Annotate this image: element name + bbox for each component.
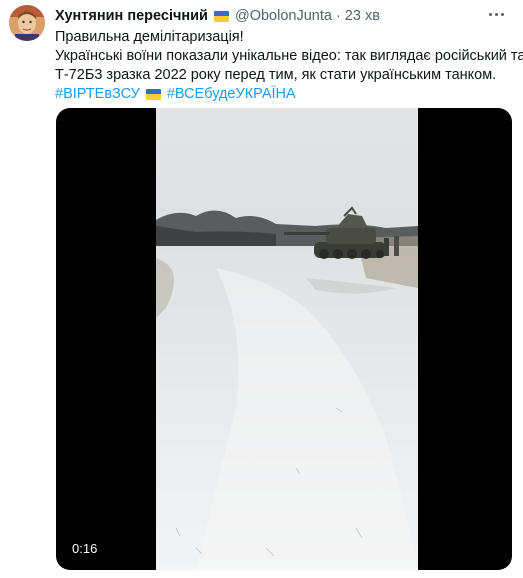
hashtag-link[interactable]: #ВІРТЕвЗСУ — [55, 86, 140, 102]
video-duration: 0:16 — [68, 539, 102, 558]
tweet[interactable]: Хунтянин пересічний @ObolonJunta · 23 хв… — [0, 0, 523, 578]
video-thumbnail — [156, 108, 418, 570]
tweet-line: Т-72Б3 зразка 2022 року перед тим, як ст… — [55, 67, 497, 83]
author-name[interactable]: Хунтянин пересічний — [55, 8, 208, 24]
video-player[interactable]: 0:16 — [56, 108, 512, 570]
tweet-header: Хунтянин пересічний @ObolonJunta · 23 хв — [55, 6, 483, 26]
avatar[interactable] — [9, 5, 45, 41]
author-handle[interactable]: @ObolonJunta — [235, 8, 332, 24]
timestamp[interactable]: 23 хв — [345, 8, 380, 24]
hashtags: #ВІРТЕвЗСУ #ВСЕбудеУКРАЇНА — [55, 85, 513, 104]
tweet-text: Правильна демілітаризація! Українські во… — [55, 28, 523, 104]
video-frame[interactable] — [156, 108, 418, 570]
ukraine-flag-icon — [145, 88, 161, 100]
more-icon[interactable] — [485, 6, 507, 22]
hashtag-link[interactable]: #ВСЕбудеУКРАЇНА — [167, 86, 296, 102]
tweet-line: Українські воїни показали унікальне віде… — [55, 48, 523, 64]
separator: · — [335, 8, 341, 24]
ukraine-flag-icon — [213, 10, 229, 22]
tweet-line: Правильна демілітаризація! — [55, 29, 244, 45]
